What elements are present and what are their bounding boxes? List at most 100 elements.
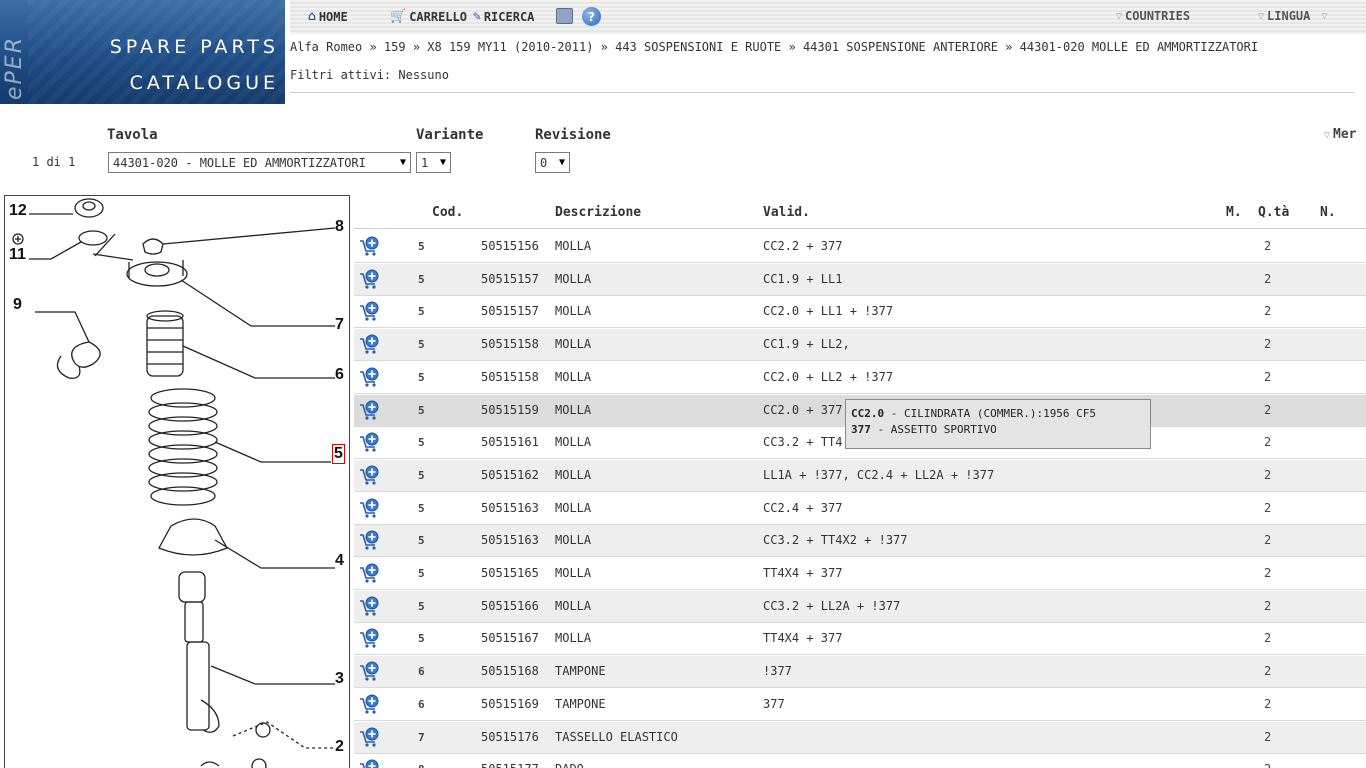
col-header-m[interactable]: M. xyxy=(1226,205,1242,220)
row-code[interactable]: 50515177 xyxy=(481,762,539,768)
row-code[interactable]: 50515169 xyxy=(481,697,539,711)
add-to-cart-icon[interactable] xyxy=(358,235,380,257)
row-validity[interactable]: CC2.0 + LL2 + !377 xyxy=(763,370,893,384)
callout-5[interactable]: 5 xyxy=(332,444,345,464)
table-row[interactable]: 6 50515168 TAMPONE !377 2 xyxy=(354,656,1366,689)
row-validity[interactable]: CC3.2 + LL2A + !377 xyxy=(763,599,900,613)
add-to-cart-icon[interactable] xyxy=(358,595,380,617)
nav-home-link[interactable]: ⌂ HOME xyxy=(308,9,348,24)
table-row[interactable]: 7 50515176 TASSELLO ELASTICO 2 xyxy=(354,721,1366,754)
row-validity[interactable]: CC1.9 + LL1 xyxy=(763,272,842,286)
tavola-select[interactable]: 44301-020 - MOLLE ED AMMORTIZZATORI ▼ xyxy=(108,152,411,173)
part-7-top-mount[interactable] xyxy=(126,261,188,287)
table-row[interactable]: 5 50515158 MOLLA CC1.9 + LL2, 2 xyxy=(354,329,1366,362)
part-11-washer[interactable] xyxy=(78,230,108,246)
part-6-bump-stop[interactable] xyxy=(146,315,184,377)
variante-select[interactable]: 1 ▼ xyxy=(416,152,451,173)
add-to-cart-icon[interactable] xyxy=(358,660,380,682)
nav-search-link[interactable]: ✎ RICERCA xyxy=(473,9,534,24)
callout-12[interactable]: 12 xyxy=(9,202,27,220)
callout-2[interactable]: 2 xyxy=(335,738,344,756)
col-header-qta[interactable]: Q.tà xyxy=(1258,205,1289,220)
row-validity[interactable]: CC2.2 + 377 xyxy=(763,239,842,253)
row-code[interactable]: 50515159 xyxy=(481,403,539,417)
row-code[interactable]: 50515157 xyxy=(481,304,539,318)
add-to-cart-icon[interactable] xyxy=(358,726,380,748)
row-validity[interactable]: CC2.4 + 377 xyxy=(763,501,842,515)
revisione-select[interactable]: 0 ▼ xyxy=(535,152,570,173)
add-to-cart-icon[interactable] xyxy=(358,627,380,649)
table-row[interactable]: 8 50515177 DADO 2 xyxy=(354,754,1366,768)
add-to-cart-icon[interactable] xyxy=(358,300,380,322)
col-header-valid[interactable]: Valid. xyxy=(763,205,810,220)
part-4-spring-seat[interactable] xyxy=(158,518,228,556)
language-menu[interactable]: ▽ LINGUA ▽ xyxy=(1258,9,1327,23)
table-row[interactable]: 5 50515167 MOLLA TT4X4 + 377 2 xyxy=(354,623,1366,656)
row-code[interactable]: 50515163 xyxy=(481,533,539,547)
row-validity[interactable]: TT4X4 + 377 xyxy=(763,566,842,580)
callout-8[interactable]: 8 xyxy=(335,218,344,236)
table-row[interactable]: 5 50515162 MOLLA LL1A + !377, CC2.4 + LL2A … xyxy=(354,459,1366,492)
part-5-coil-spring[interactable] xyxy=(148,388,218,506)
nav-cart-link[interactable]: 🛒 CARRELLO xyxy=(390,9,467,24)
row-validity[interactable]: TT4X4 + 377 xyxy=(763,631,842,645)
countries-menu[interactable]: ▽ COUNTRIES xyxy=(1116,9,1190,23)
add-to-cart-icon[interactable] xyxy=(358,497,380,519)
table-row[interactable]: 5 50515158 MOLLA CC2.0 + LL2 + !377 2 xyxy=(354,361,1366,394)
table-row[interactable]: 5 50515163 MOLLA CC3.2 + TT4X2 + !377 2 xyxy=(354,525,1366,558)
callout-7[interactable]: 7 xyxy=(335,316,344,334)
part-9-clip[interactable] xyxy=(35,311,101,368)
row-validity[interactable]: CC3.2 + TT4X2 + !377 xyxy=(763,533,908,547)
help-icon[interactable]: ? xyxy=(582,7,601,26)
callout-6[interactable]: 6 xyxy=(335,366,344,384)
row-code[interactable]: 50515167 xyxy=(481,631,539,645)
part-8-bushing[interactable] xyxy=(142,238,164,255)
row-code[interactable]: 50515168 xyxy=(481,664,539,678)
row-code[interactable]: 50515176 xyxy=(481,730,539,744)
add-to-cart-icon[interactable] xyxy=(358,366,380,388)
add-to-cart-icon[interactable] xyxy=(358,529,380,551)
add-to-cart-icon[interactable] xyxy=(358,464,380,486)
col-header-n[interactable]: N. xyxy=(1320,205,1336,220)
col-header-cod[interactable]: Cod. xyxy=(432,205,463,220)
row-code[interactable]: 50515158 xyxy=(481,370,539,384)
exploded-diagram[interactable]: 12 11 9 8 7 6 5 4 3 2 xyxy=(4,195,350,768)
row-code[interactable]: 50515156 xyxy=(481,239,539,253)
table-row[interactable]: 5 50515163 MOLLA CC2.4 + 377 2 xyxy=(354,492,1366,525)
row-code[interactable]: 50515161 xyxy=(481,435,539,449)
row-validity[interactable]: CC2.0 + 377 xyxy=(763,403,842,417)
add-to-cart-icon[interactable] xyxy=(358,758,380,768)
callout-3[interactable]: 3 xyxy=(335,670,344,688)
row-code[interactable]: 50515165 xyxy=(481,566,539,580)
row-validity[interactable]: !377 xyxy=(763,664,792,678)
col-header-desc[interactable]: Descrizione xyxy=(555,205,641,220)
print-icon[interactable] xyxy=(556,8,573,24)
table-row[interactable]: 6 50515169 TAMPONE 377 2 xyxy=(354,688,1366,721)
breadcrumb[interactable]: Alfa Romeo » 159 » X8 159 MY11 (2010-201… xyxy=(290,40,1258,54)
row-code[interactable]: 50515163 xyxy=(481,501,539,515)
row-code[interactable]: 50515162 xyxy=(481,468,539,482)
row-code[interactable]: 50515166 xyxy=(481,599,539,613)
add-to-cart-icon[interactable] xyxy=(358,693,380,715)
table-row[interactable]: 5 50515166 MOLLA CC3.2 + LL2A + !377 2 xyxy=(354,590,1366,623)
part-3-shock-absorber[interactable] xyxy=(178,571,220,733)
part-2-nut[interactable] xyxy=(255,722,271,738)
table-row[interactable]: 5 50515165 MOLLA TT4X4 + 377 2 xyxy=(354,558,1366,590)
row-validity[interactable]: CC1.9 + LL2, xyxy=(763,337,850,351)
callout-4[interactable]: 4 xyxy=(335,552,344,570)
add-to-cart-icon[interactable] xyxy=(358,399,380,421)
callout-9[interactable]: 9 xyxy=(13,296,22,314)
add-to-cart-icon[interactable] xyxy=(358,268,380,290)
table-row[interactable]: 5 50515156 MOLLA CC2.2 + 377 2 xyxy=(354,231,1366,263)
row-validity[interactable]: CC2.0 + LL1 + !377 xyxy=(763,304,893,318)
row-validity[interactable]: CC3.2 + TT4 xyxy=(763,435,842,449)
row-code[interactable]: 50515157 xyxy=(481,272,539,286)
table-row[interactable]: 5 50515157 MOLLA CC1.9 + LL1 2 xyxy=(354,263,1366,296)
callout-11[interactable]: 11 xyxy=(9,246,26,264)
row-code[interactable]: 50515158 xyxy=(481,337,539,351)
table-row[interactable]: 5 50515157 MOLLA CC2.0 + LL1 + !377 2 xyxy=(354,296,1366,329)
add-to-cart-icon[interactable] xyxy=(358,431,380,453)
row-validity[interactable]: LL1A + !377, CC2.4 + LL2A + !377 xyxy=(763,468,994,482)
add-to-cart-icon[interactable] xyxy=(358,562,380,584)
row-validity[interactable]: 377 xyxy=(763,697,785,711)
